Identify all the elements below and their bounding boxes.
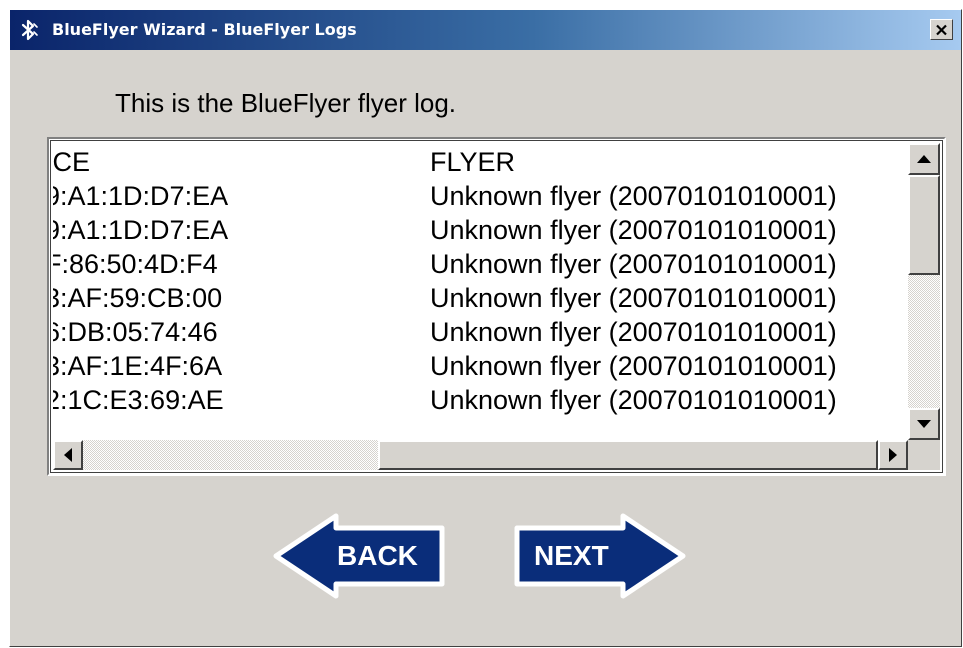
window-title: BlueFlyer Wizard - BlueFlyer Logs [52,20,357,39]
scroll-right-button[interactable] [878,440,908,470]
horizontal-scroll-thumb[interactable] [378,440,878,470]
arrow-down-icon [917,420,931,428]
flyer-log-list[interactable]: ICE FLYER 9:A1:1D:D7:EA Unknown flyer (2… [47,137,946,476]
wizard-window: BlueFlyer Wizard - BlueFlyer Logs This i… [9,9,962,647]
intro-text: This is the BlueFlyer flyer log. [115,88,457,118]
title-bar[interactable]: BlueFlyer Wizard - BlueFlyer Logs [10,10,961,50]
close-button[interactable] [930,19,953,40]
list-item[interactable]: 9:A1:1D:D7:EA Unknown flyer (20070101010… [53,181,906,215]
flyer-cell: Unknown flyer (20070101010001) [430,351,837,381]
list-header: ICE FLYER [53,147,906,181]
column-header-flyer: FLYER [430,147,516,177]
flyer-cell: Unknown flyer (20070101010001) [430,181,837,211]
device-cell: 6:DB:05:74:46 [53,317,218,347]
flyer-cell: Unknown flyer (20070101010001) [430,283,837,313]
arrow-left-icon [64,448,72,462]
device-cell: 3:AF:1E:4F:6A [53,351,223,381]
scrollbar-corner [908,440,940,470]
back-label: BACK [337,540,418,571]
list-item[interactable]: F:86:50:4D:F4 Unknown flyer (20070101010… [53,249,906,283]
arrow-up-icon [917,155,931,163]
back-button[interactable]: BACK [272,513,447,599]
vertical-scroll-thumb[interactable] [908,175,940,275]
next-button[interactable]: NEXT [512,513,687,599]
list-item[interactable]: 6:DB:05:74:46 Unknown flyer (20070101010… [53,317,906,351]
scroll-down-button[interactable] [908,408,940,440]
next-label: NEXT [534,540,609,571]
arrow-right-icon [889,448,897,462]
device-cell: 9:A1:1D:D7:EA [53,181,229,211]
device-cell: F:86:50:4D:F4 [53,249,218,279]
list-item[interactable]: 9:A1:1D:D7:EA Unknown flyer (20070101010… [53,215,906,249]
column-header-device: ICE [53,147,91,177]
flyer-cell: Unknown flyer (20070101010001) [430,317,837,347]
close-icon [936,24,947,35]
device-cell: 3:AF:59:CB:00 [53,283,223,313]
list-viewport: ICE FLYER 9:A1:1D:D7:EA Unknown flyer (2… [53,143,906,440]
list-item[interactable]: 3:AF:59:CB:00 Unknown flyer (20070101010… [53,283,906,317]
device-cell: 2:1C:E3:69:AE [53,385,224,415]
flyer-cell: Unknown flyer (20070101010001) [430,215,837,245]
scroll-left-button[interactable] [53,440,83,470]
list-item[interactable]: 2:1C:E3:69:AE Unknown flyer (20070101010… [53,385,906,419]
horizontal-scrollbar[interactable] [53,440,908,470]
bluetooth-icon [21,19,38,41]
scroll-up-button[interactable] [908,143,940,175]
device-cell: 9:A1:1D:D7:EA [53,215,229,245]
list-item[interactable]: 3:AF:1E:4F:6A Unknown flyer (20070101010… [53,351,906,385]
flyer-cell: Unknown flyer (20070101010001) [430,249,837,279]
flyer-cell: Unknown flyer (20070101010001) [430,385,837,415]
vertical-scrollbar[interactable] [908,143,940,440]
